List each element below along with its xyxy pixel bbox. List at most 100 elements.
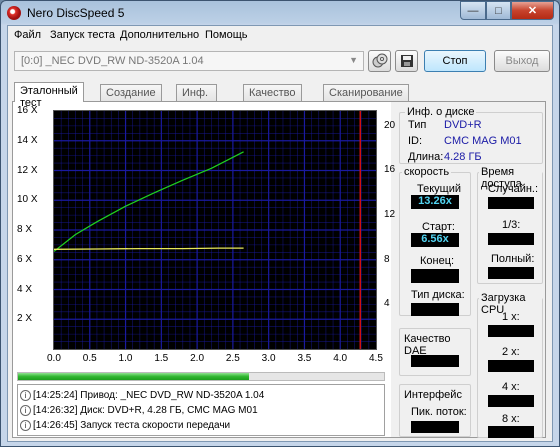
minimize-button[interactable]: — (460, 1, 486, 20)
disc-length-value: 4.28 ГБ (444, 151, 482, 163)
menu-run-test[interactable]: Запуск теста (50, 29, 115, 41)
start-speed-value: 6.56x (411, 233, 459, 247)
log-time: [14:26:32] (33, 405, 78, 416)
cpu-2x-label: 2 x: (502, 346, 520, 358)
discs-icon (372, 53, 387, 68)
disc-info-group: Инф. о диске Тип DVD+R ID: CMC MAG M01 Д… (399, 106, 543, 164)
x-tick-label: 1.5 (154, 353, 169, 364)
end-speed-value (411, 269, 459, 283)
disc-id-label: ID: (408, 135, 423, 147)
current-speed-value: 13.26x (411, 195, 459, 209)
speed-group: скорость Текущий 13.26x Старт: 6.56x Кон… (399, 166, 471, 316)
y-right-tick-label: 8 (384, 253, 390, 265)
disc-type-box (411, 303, 459, 316)
save-button[interactable] (395, 50, 418, 72)
cpu-load-group: Загрузка CPU 1 x: 2 x: 4 x: 8 x: (477, 292, 543, 438)
y-right-tick-label: 12 (384, 209, 396, 221)
tab-disc-scan[interactable]: Сканирование диска (323, 84, 409, 111)
cpu-1x-label: 1 x: (502, 311, 520, 323)
cpu-8x-value (488, 426, 534, 438)
x-tick-label: 3.5 (297, 353, 312, 364)
disc-info-title: Инф. о диске (405, 106, 477, 118)
tab-disc-quality[interactable]: Качество диска (243, 84, 302, 111)
x-tick-label: 4.5 (369, 353, 383, 364)
log-entry: i [14:26:45] Запуск теста скорости перед… (20, 418, 230, 433)
floppy-save-icon (400, 55, 413, 67)
log-text: Запуск теста скорости передачи (80, 420, 231, 431)
access-time-group: Время доступа Случайн.: 1/3: Полный: (477, 166, 543, 284)
interface-group: Интерфейс Пик. поток: (399, 384, 471, 437)
start-speed-label: Старт: (422, 221, 455, 233)
full-access-label: Полный: (491, 253, 535, 265)
y-left-tick-label: 14 X (17, 134, 38, 146)
disc-type-label: Тип (408, 119, 427, 131)
speed-group-title: скорость (402, 166, 452, 178)
event-log[interactable]: i [14:25:24] Привод: _NEC DVD_RW ND-3520… (17, 384, 385, 436)
cpu-4x-label: 4 x: (502, 381, 520, 393)
info-icon: i (20, 405, 31, 416)
log-time: [14:26:45] (33, 420, 78, 431)
tab-benchmark[interactable]: Эталонный тест (14, 82, 84, 109)
nero-app-icon (7, 6, 21, 20)
third-access-value (488, 233, 534, 245)
burst-rate-value (411, 421, 459, 433)
menu-help[interactable]: Помощь (205, 29, 248, 41)
app-window: Nero DiscSpeed 5 — □ ✕ Файл Запуск теста… (0, 0, 560, 447)
log-text: Привод: _NEC DVD_RW ND-3520A 1.04 (80, 390, 265, 401)
stop-button[interactable]: Стоп (424, 50, 486, 72)
menu-extras[interactable]: Дополнительно (120, 29, 199, 41)
window-controls: — □ ✕ (460, 1, 554, 20)
current-speed-label: Текущий (417, 183, 461, 195)
eject-drive-button[interactable] (368, 50, 391, 72)
info-icon: i (20, 390, 31, 401)
test-progress-fill (18, 373, 249, 380)
third-access-label: 1/3: (502, 219, 521, 231)
disc-type-value: DVD+R (444, 119, 482, 131)
dae-quality-group: Качество DAE (399, 328, 471, 376)
y-left-tick-label: 8 X (17, 224, 33, 235)
y-left-tick-label: 6 X (17, 253, 33, 265)
y-left-tick-label: 10 X (17, 194, 38, 206)
tab-create-disc[interactable]: Создание диска (100, 84, 162, 111)
y-right-tick-label: 4 (384, 298, 390, 310)
x-tick-label: 2.5 (225, 353, 240, 364)
y-right-tick-label: 16 (384, 164, 396, 176)
drive-select[interactable]: [0:0] _NEC DVD_RW ND-3520A 1.04 ▼ (14, 51, 364, 71)
cpu-1x-value (488, 325, 534, 337)
y-left-tick-label: 4 X (17, 283, 33, 295)
tab-disc-info[interactable]: Инф. о диске (176, 84, 218, 123)
exit-button[interactable]: Выход (494, 50, 550, 72)
dae-quality-title: Качество DAE (404, 333, 451, 357)
disc-type-label-2: Тип диска: (411, 289, 465, 301)
x-tick-label: 0.0 (47, 353, 61, 364)
chevron-down-icon: ▼ (349, 55, 358, 65)
burst-rate-label: Пик. поток: (411, 406, 467, 418)
y-left-tick-label: 12 X (17, 164, 38, 176)
y-right-tick-label: 20 (384, 119, 396, 131)
full-access-value (488, 267, 534, 279)
title-bar[interactable]: Nero DiscSpeed 5 — □ ✕ (1, 1, 559, 25)
log-time: [14:25:24] (33, 390, 78, 401)
close-button[interactable]: ✕ (511, 1, 554, 20)
maximize-button[interactable]: □ (486, 1, 511, 20)
x-tick-label: 3.0 (261, 353, 276, 364)
client-area: Файл Запуск теста Дополнительно Помощь [… (7, 25, 553, 442)
y-left-tick-label: 2 X (17, 313, 33, 325)
cpu-8x-label: 8 x: (502, 413, 520, 425)
toolbar: [0:0] _NEC DVD_RW ND-3520A 1.04 ▼ Стоп В… (8, 46, 552, 76)
stats-sidebar: Инф. о диске Тип DVD+R ID: CMC MAG M01 Д… (391, 102, 545, 438)
speed-chart (53, 110, 377, 350)
benchmark-panel: i [14:25:24] Привод: _NEC DVD_RW ND-3520… (12, 101, 546, 438)
end-speed-label: Конец: (420, 255, 455, 267)
interface-title: Интерфейс (404, 389, 462, 401)
disc-id-value: CMC MAG M01 (444, 135, 522, 147)
dae-quality-value (411, 355, 459, 367)
x-tick-label: 1.0 (118, 353, 133, 364)
window-title: Nero DiscSpeed 5 (27, 6, 125, 20)
menu-file[interactable]: Файл (14, 29, 41, 41)
cpu-2x-value (488, 360, 534, 372)
x-tick-label: 2.0 (190, 353, 205, 364)
x-tick-label: 4.0 (333, 353, 348, 364)
random-access-label: Случайн.: (488, 183, 539, 195)
disc-length-label: Длина: (408, 151, 444, 163)
